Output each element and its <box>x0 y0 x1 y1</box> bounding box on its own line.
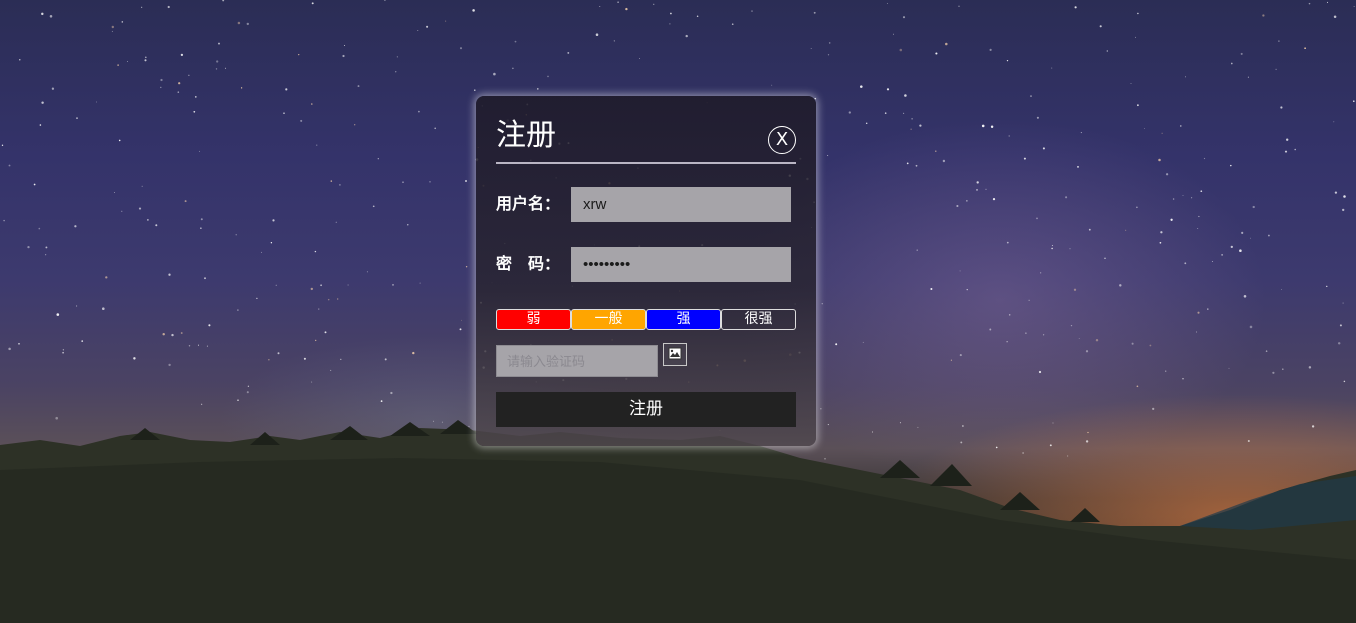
captcha-input[interactable] <box>496 345 658 377</box>
strength-weak: 弱 <box>496 309 571 330</box>
dialog-title: 注册 <box>496 118 556 153</box>
password-strength-meter: 弱 一般 强 很强 <box>496 309 796 330</box>
strength-very-strong: 很强 <box>721 309 796 330</box>
title-divider <box>496 162 796 164</box>
captcha-image[interactable] <box>663 343 687 366</box>
password-input[interactable] <box>571 247 791 282</box>
close-button[interactable]: X <box>768 126 796 154</box>
register-submit-button[interactable]: 注册 <box>496 392 796 427</box>
password-label: 密 码： <box>496 254 561 273</box>
username-label: 用户名： <box>496 194 561 213</box>
strength-strong: 强 <box>646 309 721 330</box>
username-input[interactable] <box>571 187 791 222</box>
broken-image-icon <box>668 347 682 360</box>
register-dialog: 注册 X 用户名： 密 码： 弱 一般 强 很强 注册 <box>476 96 816 446</box>
strength-normal: 一般 <box>571 309 646 330</box>
